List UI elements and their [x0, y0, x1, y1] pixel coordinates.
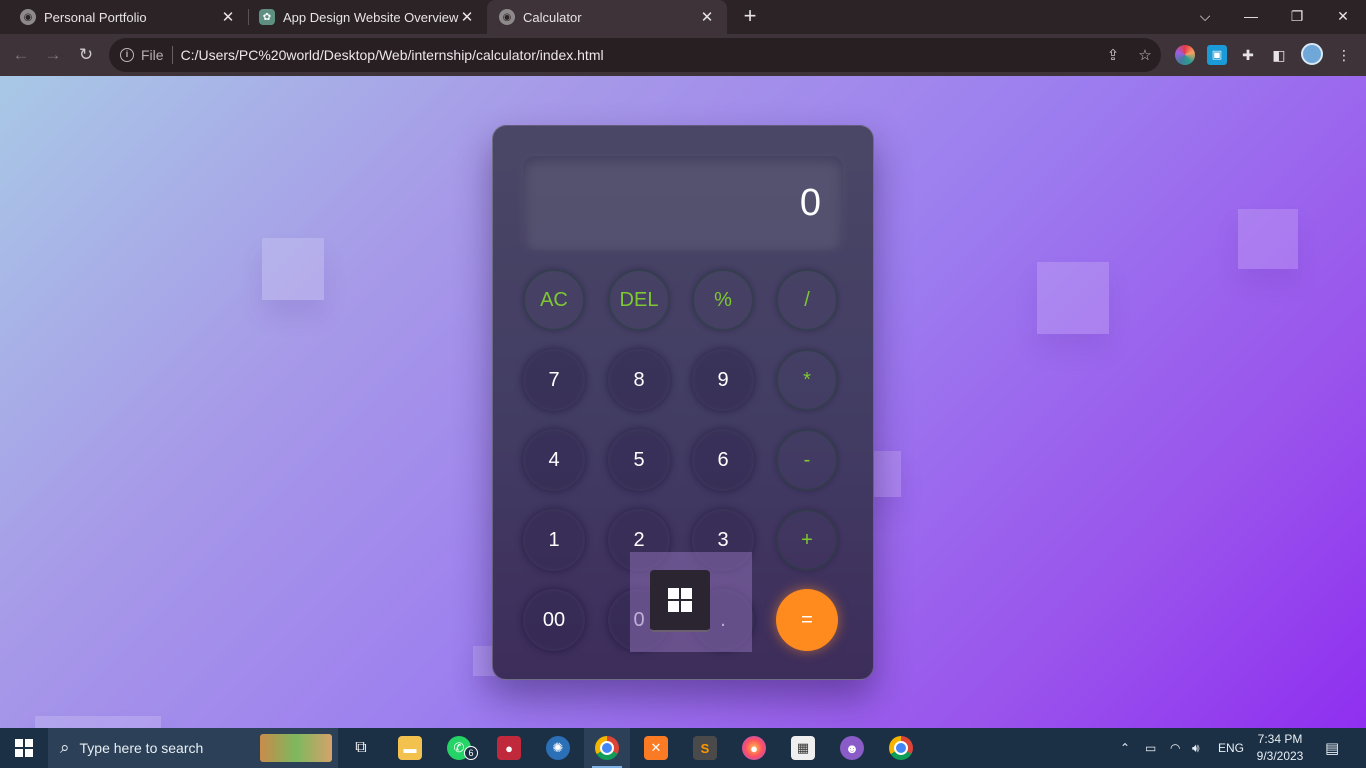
tab-title: Personal Portfolio [44, 9, 147, 25]
background-square [262, 238, 324, 300]
extensions-puzzle-icon[interactable]: ✚ [1238, 45, 1258, 65]
screen-recorder-icon[interactable]: ● [486, 728, 532, 768]
tab-app-design[interactable]: ✿ App Design Website Overview ✕ [249, 0, 487, 34]
reload-icon[interactable]: ↻ [74, 43, 98, 67]
search-icon: ⌕ [60, 738, 70, 757]
search-placeholder: Type here to search [79, 740, 204, 756]
calculator-display: 0 [523, 156, 843, 250]
back-arrow-icon[interactable]: ← [9, 43, 33, 67]
sublime-text-icon[interactable]: S [682, 728, 728, 768]
calc-key-2[interactable]: % [692, 269, 754, 331]
background-square [1238, 209, 1298, 269]
calc-key-1[interactable]: DEL [608, 269, 670, 331]
calc-key-11[interactable]: - [776, 429, 838, 491]
share-icon[interactable]: ⇪ [1097, 46, 1129, 64]
snap-windows-button[interactable] [650, 570, 710, 632]
show-hidden-icons[interactable]: ⌃ [1120, 728, 1130, 768]
clock-time: 7:34 PM [1257, 732, 1303, 746]
volume-icon[interactable]: 🔊︎ [1192, 728, 1200, 768]
notification-center-icon[interactable]: ▤ [1325, 728, 1339, 768]
whatsapp-icon[interactable]: ✆ 6 [436, 728, 482, 768]
chatgpt-icon: ✿ [259, 9, 275, 25]
menu-dots-icon[interactable]: ⋮ [1334, 45, 1354, 65]
background-square [35, 716, 161, 728]
davinci-resolve-icon[interactable]: ✺ [535, 728, 581, 768]
calc-key-9[interactable]: 5 [608, 429, 670, 491]
close-tab-icon[interactable]: ✕ [220, 8, 236, 26]
side-panel-icon[interactable]: ◧ [1269, 45, 1289, 65]
calc-key-4[interactable]: 7 [523, 349, 585, 411]
chrome-profile-icon[interactable] [878, 728, 924, 768]
background-square [1037, 262, 1109, 334]
start-button[interactable] [0, 728, 48, 768]
taskbar-search-box[interactable]: ⌕ Type here to search [48, 728, 338, 768]
calc-key-8[interactable]: 4 [523, 429, 585, 491]
address-bar[interactable]: i File C:/Users/PC%20world/Desktop/Web/i… [109, 38, 1161, 72]
notification-badge: 6 [464, 746, 478, 760]
clock-date: 9/3/2023 [1256, 749, 1304, 763]
restore-button[interactable]: ❐ [1274, 0, 1320, 32]
globe-icon: ◉ [499, 9, 515, 25]
omnibox-divider [171, 46, 173, 64]
file-explorer-icon[interactable]: ▬ [387, 728, 433, 768]
tab-personal-portfolio[interactable]: ◉ Personal Portfolio ✕ [0, 0, 248, 34]
search-highlight-illustration [260, 734, 332, 762]
browser-toolbar: ← → ↻ i File C:/Users/PC%20world/Desktop… [0, 34, 1366, 76]
url-text[interactable]: C:/Users/PC%20world/Desktop/Web/internsh… [181, 47, 1097, 63]
calc-key-0[interactable]: AC [523, 269, 585, 331]
calc-key-5[interactable]: 8 [608, 349, 670, 411]
calc-key-19[interactable]: = [776, 589, 838, 651]
forward-arrow-icon[interactable]: → [41, 43, 65, 67]
task-view-icon[interactable]: ⧉ [338, 728, 384, 768]
new-tab-button[interactable]: + [738, 4, 762, 30]
taskbar: ⌕ Type here to search ⧉ ▬ ✆ 6 ● ✺ ✕ S ● … [0, 728, 1366, 768]
chrome-icon[interactable] [584, 728, 630, 768]
minimize-button[interactable]: — [1228, 0, 1274, 32]
firefox-icon[interactable]: ● [731, 728, 777, 768]
tab-title: App Design Website Overview [283, 9, 459, 25]
calc-key-15[interactable]: + [776, 509, 838, 571]
globe-icon: ◉ [20, 9, 36, 25]
qr-extension-icon[interactable]: ▣ [1207, 45, 1227, 65]
wifi-icon[interactable]: ◠ [1170, 728, 1180, 768]
calc-key-3[interactable]: / [776, 269, 838, 331]
github-desktop-icon[interactable]: ☻ [829, 728, 875, 768]
info-icon[interactable]: i [120, 48, 134, 62]
battery-icon[interactable]: ▭ [1145, 728, 1156, 768]
calc-key-16[interactable]: 00 [523, 589, 585, 651]
video-editor-icon[interactable]: ▦ [780, 728, 826, 768]
tab-calculator[interactable]: ◉ Calculator ✕ [487, 0, 727, 34]
language-indicator[interactable]: ENG [1218, 728, 1244, 768]
calc-key-7[interactable]: * [776, 349, 838, 411]
color-picker-extension-icon[interactable] [1175, 45, 1195, 65]
tab-search-dropdown-icon[interactable]: ⌵ [1182, 0, 1228, 32]
xampp-icon[interactable]: ✕ [633, 728, 679, 768]
scheme-label: File [141, 47, 164, 63]
bookmark-star-icon[interactable]: ☆ [1129, 46, 1161, 64]
taskbar-clock[interactable]: 7:34 PM 9/3/2023 [1252, 731, 1308, 765]
calc-key-6[interactable]: 9 [692, 349, 754, 411]
calc-key-10[interactable]: 6 [692, 429, 754, 491]
windows-start-icon [15, 739, 33, 757]
close-tab-icon[interactable]: ✕ [459, 8, 475, 26]
tab-title: Calculator [523, 9, 582, 25]
tab-strip: ◉ Personal Portfolio ✕ ✿ App Design Webs… [0, 0, 1366, 34]
close-window-button[interactable]: ✕ [1320, 0, 1366, 32]
close-tab-icon[interactable]: ✕ [699, 8, 715, 26]
calc-key-12[interactable]: 1 [523, 509, 585, 571]
windows-logo-icon [668, 588, 692, 612]
profile-avatar[interactable] [1301, 43, 1323, 65]
